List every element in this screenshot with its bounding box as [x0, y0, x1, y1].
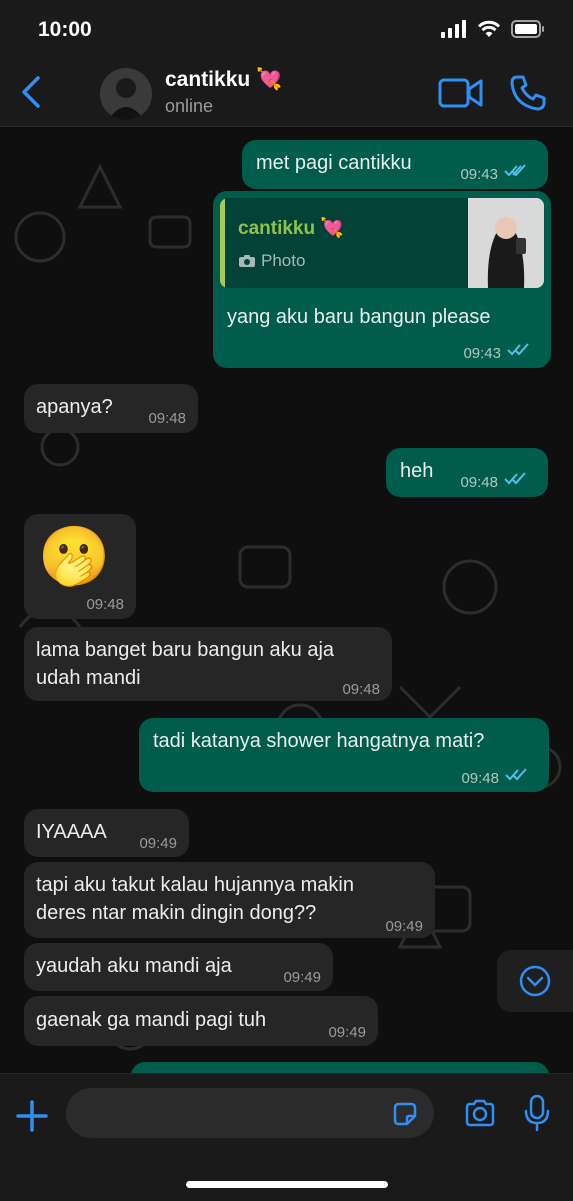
scroll-to-bottom-button[interactable]: [497, 950, 573, 1012]
plus-icon[interactable]: [15, 1099, 49, 1133]
avatar[interactable]: [100, 68, 152, 120]
message-time: 09:48: [148, 410, 186, 427]
message-bubble-outgoing[interactable]: cantikku 💘 Photo yang aku baru bangun pl…: [213, 191, 551, 368]
message-time: 09:49: [328, 1024, 366, 1041]
message-input[interactable]: [66, 1088, 434, 1138]
message-time: 09:48: [342, 681, 380, 698]
home-indicator: [186, 1181, 388, 1188]
read-receipt-icon: [505, 768, 527, 781]
camera-icon[interactable]: [464, 1098, 496, 1128]
message-emoji: 🫢: [38, 524, 111, 589]
message-time: 09:43: [463, 345, 501, 362]
message-text: yaudah aku mandi aja: [36, 955, 232, 977]
quoted-sender: cantikku 💘: [238, 218, 345, 239]
message-bubble-outgoing[interactable]: heh 09:48: [386, 448, 548, 497]
chat-area[interactable]: met pagi cantikku 09:43 cantikku 💘 Photo: [0, 127, 573, 1073]
quote-bar: [220, 198, 225, 288]
message-text-line2: deres ntar makin dingin dong??: [36, 902, 317, 924]
message-text: apanya?: [36, 396, 113, 418]
read-receipt-icon: [504, 472, 526, 485]
message-text: yang aku baru bangun please: [227, 306, 491, 328]
message-bubble-incoming[interactable]: lama banget baru bangun aku aja udah man…: [24, 627, 392, 701]
quoted-type: Photo: [238, 248, 305, 274]
message-time: 09:43: [460, 166, 498, 183]
message-time: 09:49: [283, 969, 321, 986]
quoted-message[interactable]: cantikku 💘 Photo: [220, 198, 544, 288]
message-text: gaenak ga mandi pagi tuh: [36, 1009, 267, 1031]
message-text: tadi katanya shower hangatnya mati?: [153, 730, 485, 752]
message-time: 09:48: [86, 596, 124, 613]
message-text-line1: lama banget baru bangun aku aja: [36, 639, 335, 661]
sticker-icon[interactable]: [391, 1100, 419, 1128]
read-receipt-icon: [504, 164, 526, 177]
microphone-icon[interactable]: [523, 1094, 551, 1132]
chat-header: cantikku 💘 online: [0, 60, 573, 127]
message-bubble-outgoing[interactable]: met pagi cantikku 09:43: [242, 140, 548, 189]
status-icons: [441, 20, 545, 38]
message-time: 09:49: [139, 835, 177, 852]
message-bubble-incoming[interactable]: gaenak ga mandi pagi tuh 09:49: [24, 996, 378, 1046]
message-text: heh: [400, 460, 434, 482]
message-time: 09:48: [460, 474, 498, 491]
video-call-icon[interactable]: [438, 76, 484, 110]
message-bubble-incoming[interactable]: tapi aku takut kalau hujannya makin dere…: [24, 862, 435, 938]
message-time: 09:48: [461, 770, 499, 787]
message-bubble-incoming[interactable]: yaudah aku mandi aja 09:49: [24, 943, 333, 991]
read-receipt-icon: [507, 343, 529, 356]
camera-small-icon: [239, 255, 255, 267]
message-time: 09:49: [385, 918, 423, 935]
phone-call-icon[interactable]: [509, 74, 547, 112]
back-icon[interactable]: [18, 74, 46, 110]
status-bar: 10:00: [0, 0, 573, 60]
status-time: 10:00: [38, 18, 92, 41]
photo-thumbnail-icon: [468, 198, 544, 288]
signal-icon: [441, 20, 466, 38]
message-bubble-incoming[interactable]: apanya? 09:48: [24, 384, 198, 433]
message-bubble-outgoing[interactable]: [131, 1062, 549, 1073]
message-bubble-incoming[interactable]: IYAAAA 09:49: [24, 809, 189, 857]
chevron-down-icon: [519, 965, 551, 997]
message-bubble-outgoing[interactable]: tadi katanya shower hangatnya mati? 09:4…: [139, 718, 549, 792]
message-text-line2: udah mandi: [36, 667, 141, 689]
contact-name[interactable]: cantikku 💘: [165, 68, 282, 92]
battery-icon: [511, 20, 544, 38]
message-bubble-incoming[interactable]: 🫢 09:48: [24, 514, 136, 619]
avatar-photo-icon: [100, 68, 152, 120]
message-text: IYAAAA: [36, 821, 107, 843]
message-text: met pagi cantikku: [256, 152, 412, 174]
quoted-photo-thumbnail: [468, 198, 544, 288]
quoted-type-label: Photo: [261, 251, 306, 270]
message-text-line1: tapi aku takut kalau hujannya makin: [36, 874, 354, 896]
contact-status: online: [165, 96, 214, 116]
wifi-icon: [477, 20, 501, 37]
